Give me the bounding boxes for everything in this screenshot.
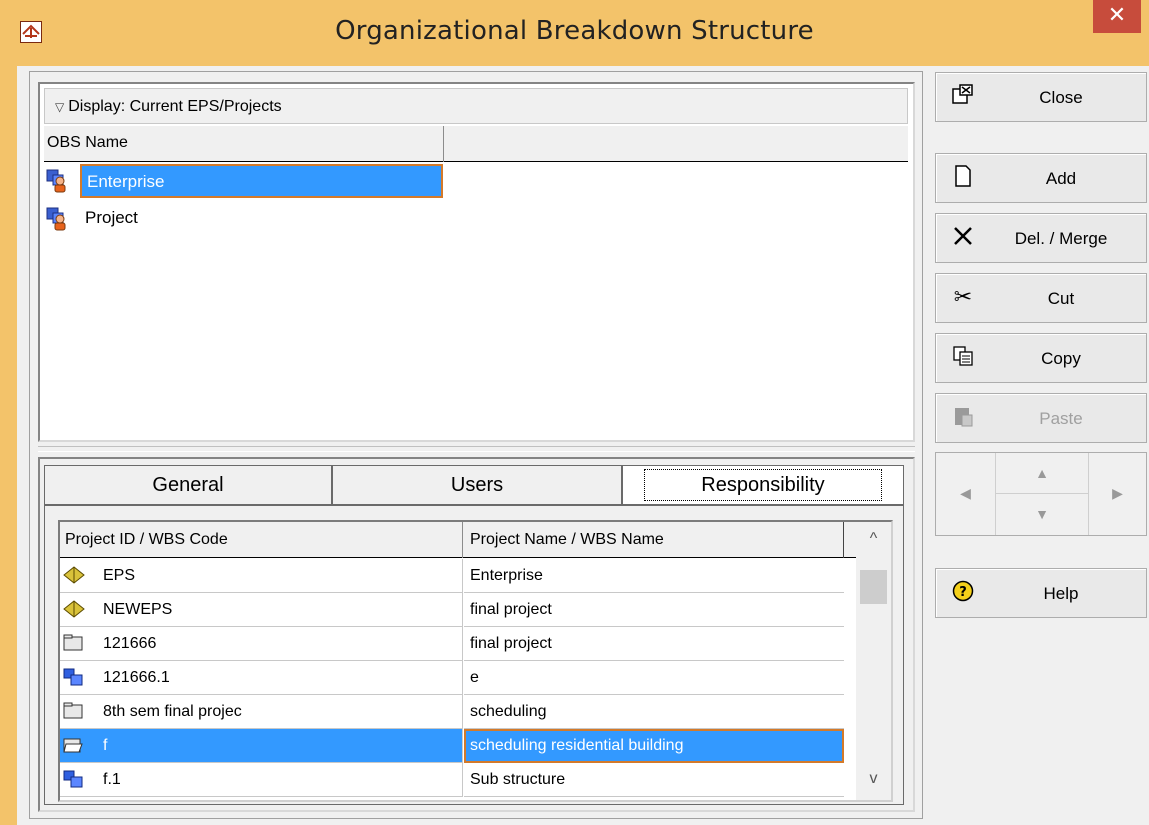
cut-button[interactable]: ✂ Cut — [935, 273, 1147, 323]
row-name: e — [464, 661, 844, 695]
obs-person-icon — [46, 207, 70, 231]
row-id: f — [103, 737, 108, 754]
tab-users[interactable]: Users — [332, 465, 622, 505]
help-button[interactable]: ? Help — [935, 568, 1147, 618]
table-row[interactable]: 8th sem final projec scheduling — [60, 695, 844, 729]
client-area: ▽ Display: Current EPS/Projects OBS Name … — [17, 66, 1149, 825]
id-cell: 121666.1 — [60, 661, 463, 695]
obs-row-label: Project — [85, 208, 138, 227]
project-folder-icon — [63, 702, 83, 720]
move-down-arrow-icon[interactable]: ▼ — [996, 494, 1088, 535]
row-id: 121666.1 — [103, 669, 170, 686]
obs-row-label: Enterprise — [80, 164, 443, 198]
responsibility-tab-content: Project ID / WBS Code Project Name / WBS… — [44, 505, 904, 805]
display-label: Display: Current EPS/Projects — [68, 98, 282, 115]
table-row[interactable]: 121666.1 e — [60, 661, 844, 695]
close-button-label: Close — [1039, 88, 1083, 107]
column-header-project-name[interactable]: Project Name / WBS Name — [464, 522, 844, 558]
row-id: NEWEPS — [103, 601, 173, 618]
row-name: final project — [464, 627, 844, 661]
help-question-icon: ? — [952, 580, 974, 604]
row-id: f.1 — [103, 771, 121, 788]
id-cell: f — [60, 729, 463, 763]
obs-row-project[interactable]: Project — [44, 202, 444, 238]
scissors-icon: ✂ — [953, 284, 973, 309]
table-row[interactable]: 121666 final project — [60, 627, 844, 661]
tab-bar: General Users Responsibility — [44, 465, 904, 505]
project-folder-icon — [63, 634, 83, 652]
main-area: ▽ Display: Current EPS/Projects OBS Name … — [29, 71, 923, 819]
detail-panel: General Users Responsibility Project ID … — [38, 457, 915, 812]
cut-button-label: Cut — [1047, 289, 1075, 308]
help-button-label: Help — [1043, 584, 1079, 603]
tab-general-label: General — [152, 474, 224, 496]
row-name: Sub structure — [464, 763, 844, 797]
window-close-button[interactable]: ✕ — [1093, 0, 1141, 33]
tab-users-label: Users — [450, 474, 504, 496]
row-id: 8th sem final projec — [103, 703, 242, 720]
responsibility-grid: Project ID / WBS Code Project Name / WBS… — [58, 520, 893, 802]
copy-button[interactable]: Copy — [935, 333, 1147, 383]
table-row[interactable]: NEWEPS final project — [60, 593, 844, 627]
display-filter-bar[interactable]: ▽ Display: Current EPS/Projects — [44, 88, 908, 124]
close-button[interactable]: Close — [935, 72, 1147, 122]
wbs-icon — [63, 770, 83, 788]
id-cell: 121666 — [60, 627, 463, 661]
row-name: final project — [464, 593, 844, 627]
eps-icon — [63, 566, 85, 584]
pane-splitter[interactable] — [38, 446, 915, 452]
close-window-icon — [952, 84, 974, 108]
delete-merge-button[interactable]: Del. / Merge — [935, 213, 1147, 263]
id-cell: NEWEPS — [60, 593, 463, 627]
id-cell: 8th sem final projec — [60, 695, 463, 729]
paste-button-label: Paste — [1039, 409, 1083, 428]
tab-responsibility[interactable]: Responsibility — [622, 465, 904, 505]
paste-icon — [952, 405, 974, 429]
vertical-scrollbar[interactable]: ^ v — [856, 522, 891, 800]
add-button-label: Add — [1045, 169, 1077, 188]
obs-panel: ▽ Display: Current EPS/Projects OBS Name … — [38, 82, 915, 442]
grid-header: Project ID / WBS Code Project Name / WBS… — [60, 522, 860, 558]
copy-button-label: Copy — [1041, 349, 1081, 368]
obs-row-enterprise[interactable]: Enterprise — [44, 164, 444, 200]
row-id: 121666 — [103, 635, 157, 652]
chevron-down-icon: ▽ — [55, 100, 65, 114]
row-id: EPS — [103, 567, 136, 584]
copy-icon — [952, 345, 974, 369]
delete-x-icon — [952, 225, 974, 249]
scroll-thumb[interactable] — [860, 570, 887, 604]
table-row[interactable]: EPS Enterprise — [60, 559, 844, 593]
row-name: scheduling residential building — [464, 729, 844, 763]
obs-column-header: OBS Name — [44, 126, 908, 162]
move-right-arrow-icon[interactable]: ▶ — [1088, 453, 1146, 535]
row-name: Enterprise — [464, 559, 844, 593]
scroll-up-arrow-icon[interactable]: ^ — [856, 530, 891, 556]
title-bar[interactable]: Organizational Breakdown Structure ✕ — [0, 0, 1149, 66]
table-row[interactable]: f.1 Sub structure — [60, 763, 844, 797]
add-button[interactable]: Add — [935, 153, 1147, 203]
id-cell: EPS — [60, 559, 463, 593]
move-left-arrow-icon[interactable]: ◀ — [936, 453, 996, 535]
move-arrows-pad: ◀ ▲ ▼ ▶ — [935, 452, 1147, 536]
eps-icon — [63, 600, 85, 618]
scroll-down-arrow-icon[interactable]: v — [856, 770, 891, 796]
column-header-project-id[interactable]: Project ID / WBS Code — [60, 522, 463, 558]
obs-name-column-header[interactable]: OBS Name — [44, 126, 444, 162]
window-title: Organizational Breakdown Structure — [335, 16, 814, 46]
wbs-icon — [63, 668, 83, 686]
new-document-icon — [952, 165, 974, 189]
window: Organizational Breakdown Structure ✕ ▽ Di… — [0, 0, 1149, 825]
paste-button[interactable]: Paste — [935, 393, 1147, 443]
table-row-selected[interactable]: f scheduling residential building — [60, 729, 844, 763]
svg-text:?: ? — [959, 585, 967, 600]
row-name: scheduling — [464, 695, 844, 729]
id-cell: f.1 — [60, 763, 463, 797]
obs-person-icon — [46, 169, 70, 193]
open-folder-icon — [63, 736, 83, 754]
move-up-arrow-icon[interactable]: ▲ — [996, 453, 1088, 494]
delete-merge-button-label: Del. / Merge — [1014, 229, 1108, 248]
tab-responsibility-label: Responsibility — [644, 469, 882, 501]
tab-general[interactable]: General — [44, 465, 332, 505]
